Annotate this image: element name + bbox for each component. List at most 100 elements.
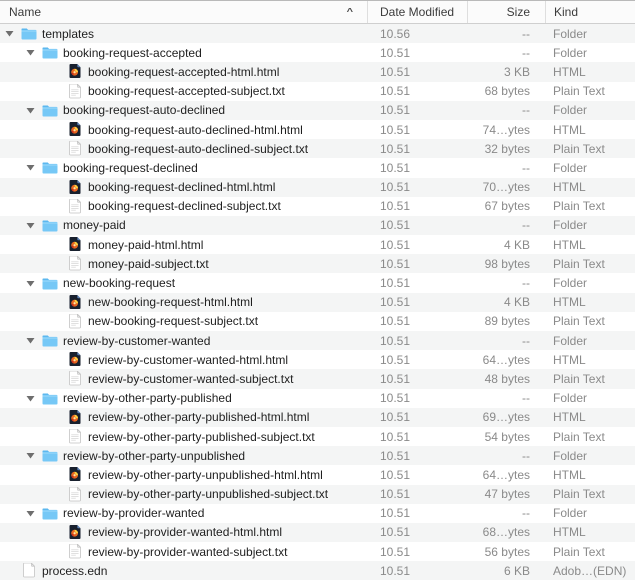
- disclosure-triangle-icon[interactable]: [50, 433, 67, 440]
- size-cell: 47 bytes: [467, 487, 545, 501]
- disclosure-triangle-icon[interactable]: [50, 241, 67, 248]
- table-row[interactable]: review-by-other-party-published 10.51 --…: [0, 389, 635, 408]
- disclosure-triangle-icon[interactable]: [50, 145, 67, 152]
- folder-icon: [21, 26, 37, 42]
- name-cell: process.edn: [0, 563, 367, 579]
- table-row[interactable]: money-paid-html.html 10.51 4 KB HTML: [0, 235, 635, 254]
- table-row[interactable]: process.edn 10.51 6 KB Adob…(EDN): [0, 561, 635, 580]
- date-modified-cell: 10.51: [367, 468, 467, 482]
- file-name: booking-request-auto-declined-subject.tx…: [88, 142, 308, 156]
- kind-cell: Plain Text: [545, 430, 635, 444]
- disclosure-triangle-icon[interactable]: [25, 510, 42, 517]
- file-name: review-by-provider-wanted-subject.txt: [88, 545, 287, 559]
- date-modified-cell: 10.51: [367, 545, 467, 559]
- folder-icon: [42, 333, 58, 349]
- disclosure-triangle-icon[interactable]: [50, 299, 67, 306]
- table-row[interactable]: review-by-customer-wanted-subject.txt 10…: [0, 369, 635, 388]
- table-row[interactable]: review-by-customer-wanted 10.51 -- Folde…: [0, 331, 635, 350]
- finder-list-view: Name ^ Date Modified Size Kind: [0, 0, 635, 582]
- disclosure-triangle-icon[interactable]: [4, 30, 21, 37]
- table-row[interactable]: booking-request-auto-declined 10.51 -- F…: [0, 101, 635, 120]
- column-header-size[interactable]: Size: [467, 1, 545, 23]
- file-name: booking-request-auto-declined-html.html: [88, 123, 303, 137]
- kind-cell: HTML: [545, 295, 635, 309]
- table-row[interactable]: booking-request-declined-html.html 10.51…: [0, 178, 635, 197]
- disclosure-triangle-icon[interactable]: [25, 395, 42, 402]
- text-file-icon: [67, 198, 83, 214]
- table-row[interactable]: new-booking-request-subject.txt 10.51 89…: [0, 312, 635, 331]
- disclosure-triangle-icon[interactable]: [50, 203, 67, 210]
- disclosure-triangle-icon[interactable]: [25, 337, 42, 344]
- disclosure-triangle-icon[interactable]: [50, 529, 67, 536]
- text-file-icon: [67, 141, 83, 157]
- disclosure-triangle-icon[interactable]: [50, 491, 67, 498]
- date-modified-cell: 10.51: [367, 142, 467, 156]
- file-list: templates 10.56 -- Folder booking-reques…: [0, 24, 635, 580]
- table-row[interactable]: review-by-other-party-published-subject.…: [0, 427, 635, 446]
- table-row[interactable]: booking-request-accepted-html.html 10.51…: [0, 62, 635, 81]
- date-modified-cell: 10.51: [367, 314, 467, 328]
- table-row[interactable]: booking-request-auto-declined-html.html …: [0, 120, 635, 139]
- table-row[interactable]: review-by-customer-wanted-html.html 10.5…: [0, 350, 635, 369]
- size-cell: 4 KB: [467, 238, 545, 252]
- disclosure-triangle-icon[interactable]: [50, 126, 67, 133]
- date-modified-cell: 10.51: [367, 372, 467, 386]
- disclosure-triangle-icon[interactable]: [50, 318, 67, 325]
- table-row[interactable]: review-by-other-party-unpublished-html.h…: [0, 465, 635, 484]
- table-row[interactable]: review-by-provider-wanted-html.html 10.5…: [0, 523, 635, 542]
- table-row[interactable]: new-booking-request-html.html 10.51 4 KB…: [0, 293, 635, 312]
- date-modified-cell: 10.51: [367, 161, 467, 175]
- disclosure-triangle-icon[interactable]: [25, 222, 42, 229]
- column-header-name[interactable]: Name ^: [0, 1, 367, 23]
- date-modified-cell: 10.51: [367, 430, 467, 444]
- disclosure-triangle-icon[interactable]: [50, 414, 67, 421]
- disclosure-triangle-icon[interactable]: [25, 164, 42, 171]
- table-row[interactable]: booking-request-declined-subject.txt 10.…: [0, 197, 635, 216]
- table-row[interactable]: review-by-other-party-unpublished 10.51 …: [0, 446, 635, 465]
- disclosure-triangle-icon[interactable]: [4, 567, 21, 574]
- folder-icon: [42, 505, 58, 521]
- kind-cell: Folder: [545, 161, 635, 175]
- document-icon: [21, 563, 37, 579]
- kind-cell: Plain Text: [545, 372, 635, 386]
- size-cell: 67 bytes: [467, 199, 545, 213]
- kind-cell: Folder: [545, 334, 635, 348]
- table-row[interactable]: review-by-provider-wanted 10.51 -- Folde…: [0, 504, 635, 523]
- disclosure-triangle-icon[interactable]: [25, 280, 42, 287]
- disclosure-triangle-icon[interactable]: [25, 452, 42, 459]
- table-row[interactable]: booking-request-auto-declined-subject.tx…: [0, 139, 635, 158]
- size-cell: --: [467, 276, 545, 290]
- disclosure-triangle-icon[interactable]: [25, 49, 42, 56]
- column-header-date-label: Date Modified: [380, 5, 454, 19]
- disclosure-triangle-icon[interactable]: [50, 68, 67, 75]
- folder-icon: [42, 217, 58, 233]
- table-row[interactable]: booking-request-accepted 10.51 -- Folder: [0, 43, 635, 62]
- date-modified-cell: 10.51: [367, 449, 467, 463]
- table-row[interactable]: review-by-other-party-published-html.htm…: [0, 408, 635, 427]
- disclosure-triangle-icon[interactable]: [50, 356, 67, 363]
- disclosure-triangle-icon[interactable]: [50, 471, 67, 478]
- disclosure-triangle-icon[interactable]: [50, 184, 67, 191]
- kind-cell: Folder: [545, 218, 635, 232]
- table-row[interactable]: review-by-provider-wanted-subject.txt 10…: [0, 542, 635, 561]
- kind-cell: HTML: [545, 123, 635, 137]
- table-row[interactable]: booking-request-declined 10.51 -- Folder: [0, 158, 635, 177]
- table-row[interactable]: money-paid-subject.txt 10.51 98 bytes Pl…: [0, 254, 635, 273]
- table-row[interactable]: new-booking-request 10.51 -- Folder: [0, 273, 635, 292]
- table-row[interactable]: booking-request-accepted-subject.txt 10.…: [0, 82, 635, 101]
- folder-icon: [42, 102, 58, 118]
- column-header-date-modified[interactable]: Date Modified: [367, 1, 467, 23]
- disclosure-triangle-icon[interactable]: [50, 260, 67, 267]
- column-header-kind-label: Kind: [554, 5, 578, 19]
- name-cell: review-by-other-party-published-subject.…: [0, 429, 367, 445]
- table-row[interactable]: money-paid 10.51 -- Folder: [0, 216, 635, 235]
- disclosure-triangle-icon[interactable]: [50, 88, 67, 95]
- disclosure-triangle-icon[interactable]: [50, 548, 67, 555]
- column-header-kind[interactable]: Kind: [545, 1, 635, 23]
- disclosure-triangle-icon[interactable]: [25, 107, 42, 114]
- table-row[interactable]: templates 10.56 -- Folder: [0, 24, 635, 43]
- kind-cell: Folder: [545, 46, 635, 60]
- disclosure-triangle-icon[interactable]: [50, 375, 67, 382]
- file-name: review-by-customer-wanted: [63, 334, 210, 348]
- table-row[interactable]: review-by-other-party-unpublished-subjec…: [0, 485, 635, 504]
